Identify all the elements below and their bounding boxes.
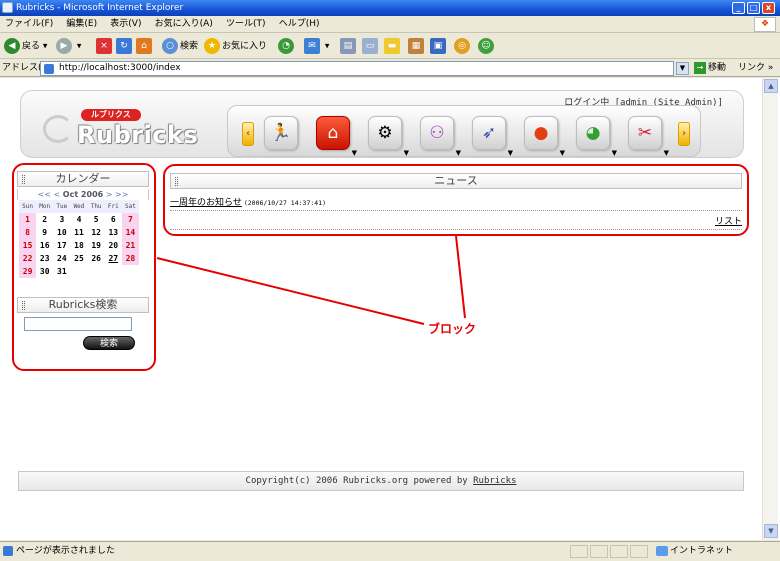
menu-tools[interactable]: ツール(T) xyxy=(221,16,271,33)
magnifier-icon: ○ xyxy=(162,38,178,54)
annotation-label: ブロック xyxy=(428,322,477,336)
window-title: Rubricks - Microsoft Internet Explorer xyxy=(16,3,184,13)
research-icon: ▦ xyxy=(408,38,424,54)
page-viewport: ログイン中 [admin (Site Admin)] ルブリクス Rubrick… xyxy=(0,78,780,540)
star-icon: ★ xyxy=(204,38,220,54)
menu-view[interactable]: 表示(V) xyxy=(105,16,146,33)
status-cell xyxy=(630,545,648,558)
menu-file[interactable]: ファイル(F) xyxy=(0,16,58,33)
vertical-scrollbar[interactable]: ▲ ▼ xyxy=(762,78,778,540)
menu-favorites[interactable]: お気に入り(A) xyxy=(150,16,218,33)
edit-icon: ▭ xyxy=(362,38,378,54)
page-icon xyxy=(44,64,54,74)
home-button[interactable]: ⌂ xyxy=(136,38,154,55)
go-button[interactable]: → 移動 xyxy=(694,60,726,77)
back-button[interactable]: ◀ 戻る ▾ xyxy=(4,38,47,55)
scroll-down-icon[interactable]: ▼ xyxy=(764,524,778,538)
messenger-icon: ▣ xyxy=(430,38,446,54)
footer-rubricks-link[interactable]: Rubricks xyxy=(473,476,516,486)
edit-button[interactable]: ▭ xyxy=(362,38,380,55)
status-cell xyxy=(590,545,608,558)
scroll-up-icon[interactable]: ▲ xyxy=(764,79,778,93)
annotation-line-news xyxy=(455,235,466,319)
favorites-button[interactable]: ★ お気に入り xyxy=(204,38,267,55)
security-zone: イントラネット xyxy=(656,542,733,561)
history-icon: ◔ xyxy=(278,38,294,54)
search-button[interactable]: ○ 検索 xyxy=(162,38,198,55)
mail-button[interactable]: ✉ ▾ xyxy=(304,38,329,55)
stop-icon: × xyxy=(96,38,112,54)
people-icon: ☺ xyxy=(478,38,494,54)
menu-edit[interactable]: 編集(E) xyxy=(61,16,102,33)
window-titlebar: Rubricks - Microsoft Internet Explorer _… xyxy=(0,0,780,16)
maximize-button[interactable]: □ xyxy=(747,2,760,14)
page-done-icon xyxy=(3,546,13,556)
toolbar: ◀ 戻る ▾ ▶ ▾ × ↻ ⌂ ○ 検索 ★ お気に入り ◔ ✉ ▾ ▤ ▭ ▬ ▦… xyxy=(0,34,780,59)
folder-icon: ▬ xyxy=(384,38,400,54)
refresh-icon: ↻ xyxy=(116,38,132,54)
page-footer: Copyright(c) 2006 Rubricks.org powered b… xyxy=(18,471,744,491)
research-button[interactable]: ▦ xyxy=(408,38,426,55)
annotation-line-left xyxy=(156,257,425,325)
address-input[interactable]: http://localhost:3000/index xyxy=(40,61,674,76)
home-icon: ⌂ xyxy=(136,38,152,54)
status-cell xyxy=(610,545,628,558)
links-button[interactable]: リンク » xyxy=(738,60,773,77)
back-arrow-icon: ◀ xyxy=(4,38,20,54)
printer-icon: ▤ xyxy=(340,38,356,54)
history-button[interactable]: ◔ xyxy=(278,38,296,55)
address-bar: アドレス(D) http://localhost:3000/index ▼ → 移… xyxy=(0,60,780,77)
go-arrow-icon: → xyxy=(694,61,706,74)
refresh-button[interactable]: ↻ xyxy=(116,38,134,55)
ie-icon xyxy=(2,2,13,13)
close-button[interactable]: x xyxy=(762,2,775,14)
people-button[interactable]: ☺ xyxy=(478,38,496,55)
folder-button[interactable]: ▬ xyxy=(384,38,402,55)
print-button[interactable]: ▤ xyxy=(340,38,358,55)
mail-icon: ✉ xyxy=(304,38,320,54)
menu-bar: ファイル(F) 編集(E) 表示(V) お気に入り(A) ツール(T) ヘルプ(… xyxy=(0,16,780,33)
intranet-icon xyxy=(656,545,668,556)
status-bar: ページが表示されました イントラネット xyxy=(0,541,780,560)
status-text: ページが表示されました xyxy=(16,546,115,556)
zoom-icon: ◎ xyxy=(454,38,470,54)
address-dropdown-icon[interactable]: ▼ xyxy=(676,62,689,75)
minimize-button[interactable]: _ xyxy=(732,2,745,14)
messenger-button[interactable]: ▣ xyxy=(430,38,448,55)
menu-help[interactable]: ヘルプ(H) xyxy=(274,16,325,33)
windows-logo-icon: ❖ xyxy=(754,17,776,32)
forward-button[interactable]: ▶ ▾ xyxy=(56,38,81,55)
forward-arrow-icon: ▶ xyxy=(56,38,72,54)
footer-copyright: Copyright(c) 2006 Rubricks.org powered b… xyxy=(245,476,474,486)
stop-button[interactable]: × xyxy=(96,38,114,55)
zoom-button[interactable]: ◎ xyxy=(454,38,472,55)
status-cell xyxy=(570,545,588,558)
